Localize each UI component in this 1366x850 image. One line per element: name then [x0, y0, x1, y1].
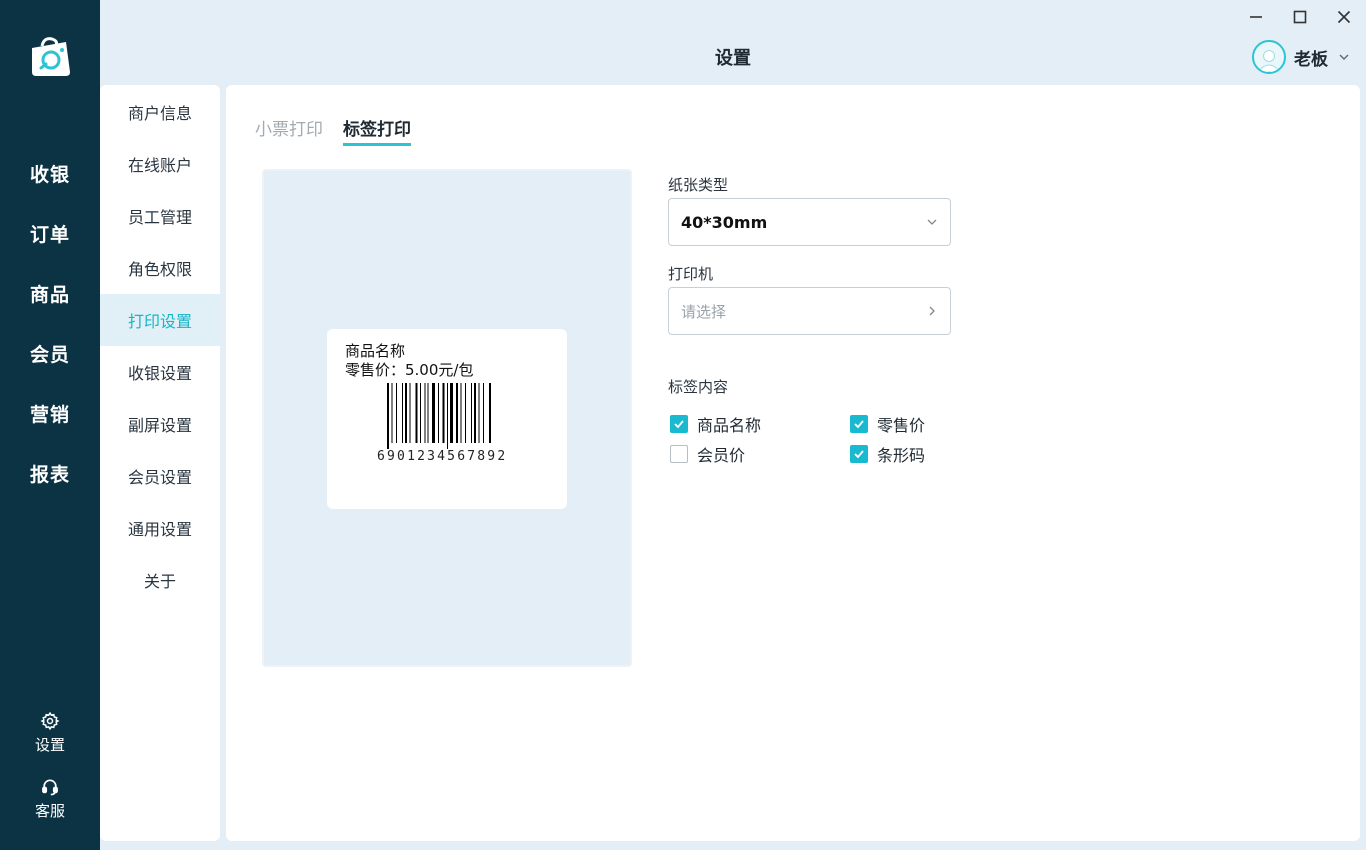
settings-menu: 商户信息 在线账户 员工管理 角色权限 打印设置 收银设置 副屏设置 会员设置 … — [100, 85, 220, 841]
checkbox-checked-icon — [670, 415, 688, 433]
print-tabs: 小票打印 标签打印 — [255, 115, 431, 146]
rail-settings-button[interactable]: 设置 — [0, 711, 100, 755]
user-menu[interactable]: 老板 — [1252, 40, 1350, 74]
barcode-bar — [474, 383, 476, 443]
barcode-bar — [402, 383, 403, 443]
checkbox-unchecked-icon — [670, 445, 688, 463]
checkbox-member-price[interactable]: 会员价 — [670, 442, 745, 466]
rail-item-products[interactable]: 商品 — [0, 263, 100, 323]
barcode-bar — [438, 383, 439, 443]
close-icon — [1337, 10, 1351, 24]
barcode-bar — [415, 383, 418, 443]
user-avatar-icon — [1257, 50, 1281, 72]
barcode-bar — [409, 383, 411, 443]
print-settings-panel: 小票打印 标签打印 商品名称 零售价：5.00元/包 6901234567892… — [226, 85, 1360, 841]
printer-placeholder: 请选择 — [681, 302, 727, 321]
tab-label-print[interactable]: 标签打印 — [343, 115, 411, 146]
checkbox-checked-icon — [850, 445, 868, 463]
checkbox-retail-price[interactable]: 零售价 — [850, 412, 925, 436]
checkbox-product-name[interactable]: 商品名称 — [670, 412, 761, 436]
barcode-bar — [456, 383, 458, 443]
menu-item-merchant-info[interactable]: 商户信息 — [100, 86, 220, 138]
checkbox-label: 条形码 — [877, 446, 926, 465]
rail-item-checkout[interactable]: 收银 — [0, 143, 100, 203]
menu-item-checkout-settings[interactable]: 收银设置 — [100, 346, 220, 398]
checkbox-barcode[interactable]: 条形码 — [850, 442, 925, 466]
rail-item-marketing[interactable]: 营销 — [0, 383, 100, 443]
printer-label: 打印机 — [668, 265, 714, 283]
barcode-bar — [387, 383, 389, 449]
page-title: 设置 — [715, 48, 751, 69]
barcode-bar — [424, 383, 426, 443]
user-name: 老板 — [1294, 49, 1328, 70]
gear-icon — [40, 711, 60, 731]
maximize-button[interactable] — [1289, 6, 1311, 28]
label-preview-area: 商品名称 零售价：5.00元/包 6901234567892 — [262, 169, 632, 667]
tab-receipt-print[interactable]: 小票打印 — [255, 115, 323, 146]
menu-item-online-account[interactable]: 在线账户 — [100, 138, 220, 190]
rail-item-orders[interactable]: 订单 — [0, 203, 100, 263]
preview-product-name: 商品名称 — [345, 342, 406, 360]
menu-item-print-settings[interactable]: 打印设置 — [100, 294, 220, 346]
printer-select[interactable]: 请选择 — [668, 287, 951, 335]
chevron-down-icon — [927, 219, 937, 225]
checkbox-label: 商品名称 — [697, 416, 762, 435]
checkbox-label: 零售价 — [877, 416, 926, 435]
barcode-bar — [460, 383, 462, 443]
rail-settings-label: 设置 — [34, 736, 65, 754]
barcode-digits: 6901234567892 — [377, 449, 507, 464]
paper-type-label: 纸张类型 — [668, 176, 729, 194]
menu-item-staff[interactable]: 员工管理 — [100, 190, 220, 242]
avatar — [1252, 40, 1286, 74]
rail-nav: 收银 订单 商品 会员 营销 报表 — [0, 143, 100, 503]
minimize-icon — [1250, 16, 1262, 18]
chevron-down-icon — [1339, 54, 1349, 60]
app-logo-icon — [32, 37, 70, 76]
barcode-bar — [420, 383, 421, 443]
barcode-bar — [396, 383, 397, 443]
headset-icon — [42, 779, 58, 796]
label-content-label: 标签内容 — [668, 378, 729, 396]
rail-service-label: 客服 — [34, 802, 65, 820]
checkbox-checked-icon — [850, 415, 868, 433]
chevron-right-icon — [929, 306, 935, 316]
barcode-bar — [450, 383, 453, 443]
menu-item-general[interactable]: 通用设置 — [100, 502, 220, 554]
menu-item-about[interactable]: 关于 — [100, 554, 220, 606]
label-preview-card: 商品名称 零售价：5.00元/包 6901234567892 — [327, 329, 567, 509]
checkbox-label: 会员价 — [697, 446, 746, 465]
menu-item-second-screen[interactable]: 副屏设置 — [100, 398, 220, 450]
paper-type-value: 40*30mm — [681, 212, 768, 232]
barcode-image: 6901234567892 — [377, 383, 507, 464]
barcode-bar — [432, 383, 435, 443]
barcode-bar — [483, 383, 484, 443]
close-button[interactable] — [1333, 6, 1355, 28]
barcode-bar — [427, 383, 429, 443]
barcode-bar — [489, 383, 491, 443]
rail-item-members[interactable]: 会员 — [0, 323, 100, 383]
barcode-bar — [447, 383, 448, 449]
preview-price-line: 零售价：5.00元/包 — [345, 361, 474, 379]
app-rail: 收银 订单 商品 会员 营销 报表 设置 客服 — [0, 0, 100, 850]
barcode-bar — [465, 383, 466, 443]
maximize-icon — [1293, 10, 1307, 24]
menu-item-roles[interactable]: 角色权限 — [100, 242, 220, 294]
barcode-bar — [442, 383, 445, 443]
paper-type-select[interactable]: 40*30mm — [668, 198, 951, 246]
rail-service-button[interactable]: 客服 — [0, 777, 100, 821]
barcode-bar — [478, 383, 480, 443]
rail-item-reports[interactable]: 报表 — [0, 443, 100, 503]
menu-item-member-settings[interactable]: 会员设置 — [100, 450, 220, 502]
barcode-bar — [391, 383, 393, 443]
barcode-bar — [405, 383, 407, 443]
minimize-button[interactable] — [1245, 6, 1267, 28]
barcode-bar — [471, 383, 472, 443]
